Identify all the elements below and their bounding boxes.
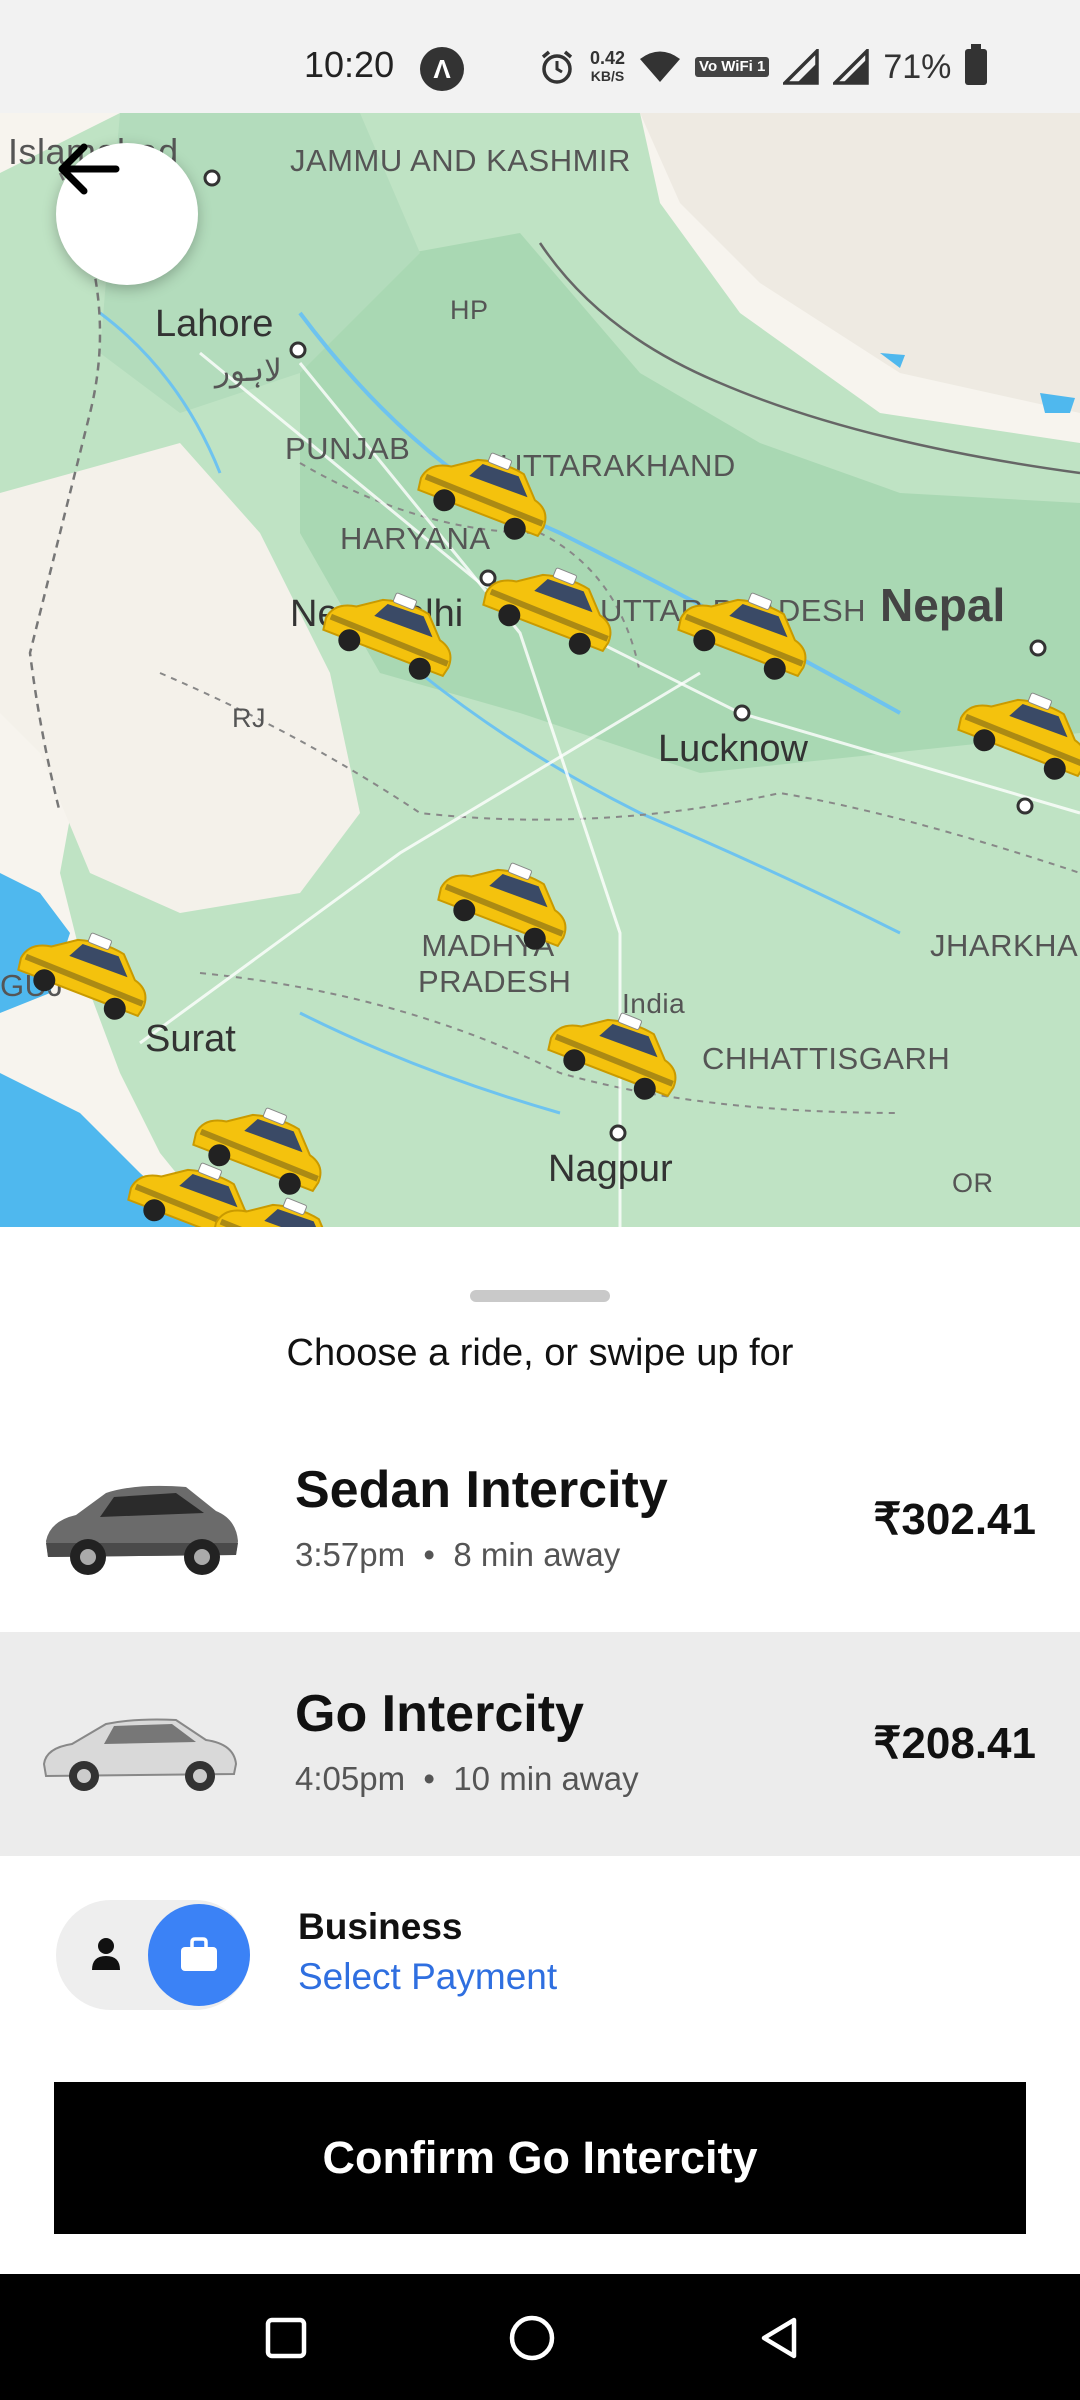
map-label-lahore-urdu: لاہور bbox=[215, 353, 282, 388]
network-speed: 0.42 KB/S bbox=[590, 49, 625, 85]
go-car-image bbox=[42, 1718, 238, 1791]
back-nav-icon[interactable] bbox=[756, 2314, 804, 2362]
taxi-marker-icon bbox=[547, 1012, 677, 1100]
map-label-jammu-kashmir: JAMMU AND KASHMIR bbox=[290, 143, 631, 178]
status-time: 10:20 bbox=[304, 44, 395, 85]
ride-meta: 3:57pm • 8 min away bbox=[295, 1536, 620, 1574]
map-label-lahore: Lahore bbox=[155, 303, 274, 345]
taxi-marker-icon bbox=[677, 592, 807, 680]
network-speed-value: 0.42 bbox=[590, 48, 626, 68]
taxi-marker-icon bbox=[437, 862, 567, 950]
battery-percent: 71% bbox=[883, 47, 952, 86]
person-icon[interactable] bbox=[84, 1932, 128, 1976]
ride-eta: 8 min away bbox=[453, 1536, 621, 1573]
map-label-lucknow: Lucknow bbox=[658, 728, 808, 770]
back-button[interactable] bbox=[56, 143, 198, 285]
ride-arrival-time: 3:57pm bbox=[295, 1536, 406, 1573]
battery-icon bbox=[965, 44, 988, 85]
ride-arrival-time: 4:05pm bbox=[295, 1760, 406, 1797]
map-label-chhattisgarh: CHHATTISGARH bbox=[702, 1041, 951, 1076]
map-label-rj: RJ bbox=[232, 703, 266, 733]
ride-option-sedan-intercity[interactable]: Sedan Intercity 3:57pm • 8 min away ₹302… bbox=[0, 1408, 1080, 1632]
alarm-icon bbox=[541, 50, 573, 84]
signal-icon-1 bbox=[783, 49, 820, 85]
payment-profile-title: Business bbox=[298, 1906, 463, 1947]
ride-price: ₹208.41 bbox=[873, 1719, 1036, 1768]
briefcase-icon bbox=[181, 1937, 217, 1971]
map-label-odisha: OR bbox=[952, 1168, 994, 1198]
navigation-app-icon: Λ bbox=[420, 47, 464, 91]
ride-eta: 10 min away bbox=[453, 1760, 639, 1797]
sedan-car-image bbox=[46, 1485, 238, 1575]
system-navigation-bar bbox=[0, 2274, 1080, 2400]
map-label-nepal: Nepal bbox=[880, 579, 1006, 631]
taxi-marker-icon bbox=[482, 567, 612, 655]
arrow-left-icon bbox=[58, 143, 120, 195]
network-speed-unit: KB/S bbox=[590, 68, 625, 84]
map-label-punjab: PUNJAB bbox=[285, 431, 411, 466]
ride-separator: • bbox=[423, 1536, 435, 1573]
ride-separator: • bbox=[423, 1760, 435, 1797]
ride-meta: 4:05pm • 10 min away bbox=[295, 1760, 639, 1798]
ride-name: Go Intercity bbox=[295, 1685, 584, 1743]
wifi-icon bbox=[640, 51, 681, 82]
select-payment-link[interactable]: Select Payment bbox=[298, 1956, 557, 1998]
sheet-drag-handle[interactable] bbox=[470, 1290, 610, 1302]
map-label-nagpur: Nagpur bbox=[548, 1148, 673, 1190]
recent-apps-icon[interactable] bbox=[262, 2314, 310, 2362]
taxi-marker-icon bbox=[957, 692, 1080, 780]
profile-toggle[interactable] bbox=[56, 1900, 250, 2010]
taxi-marker-icon bbox=[17, 932, 147, 1020]
signal-icon-2 bbox=[833, 49, 870, 85]
sheet-hint-text: Choose a ride, or swipe up for bbox=[286, 1332, 794, 1374]
map-label-surat: Surat bbox=[145, 1018, 236, 1060]
ride-option-go-intercity[interactable]: Go Intercity 4:05pm • 10 min away ₹208.4… bbox=[0, 1632, 1080, 1856]
volte-badge: Vo WiFi 1 bbox=[695, 57, 770, 77]
taxi-marker-icon bbox=[212, 1197, 342, 1227]
map-label-hp: HP bbox=[450, 295, 489, 325]
status-icons: 0.42 KB/S Vo WiFi 1 71% bbox=[538, 42, 988, 92]
taxi-marker-icon bbox=[322, 592, 452, 680]
map-view[interactable]: Islamabad JAMMU AND KASHMIR Lahore لاہور… bbox=[0, 113, 1080, 1227]
confirm-ride-button[interactable]: Confirm Go Intercity bbox=[54, 2082, 1026, 2234]
home-icon[interactable] bbox=[508, 2314, 556, 2362]
taxi-marker-icon bbox=[417, 452, 547, 540]
status-bar: 10:20 Λ 0.42 KB/S Vo WiFi 1 71% bbox=[0, 0, 1080, 113]
ride-price: ₹302.41 bbox=[873, 1495, 1036, 1544]
ride-name: Sedan Intercity bbox=[295, 1461, 668, 1519]
map-label-jharkhand: JHARKHAND bbox=[930, 928, 1080, 963]
business-profile-button[interactable] bbox=[148, 1904, 250, 2006]
